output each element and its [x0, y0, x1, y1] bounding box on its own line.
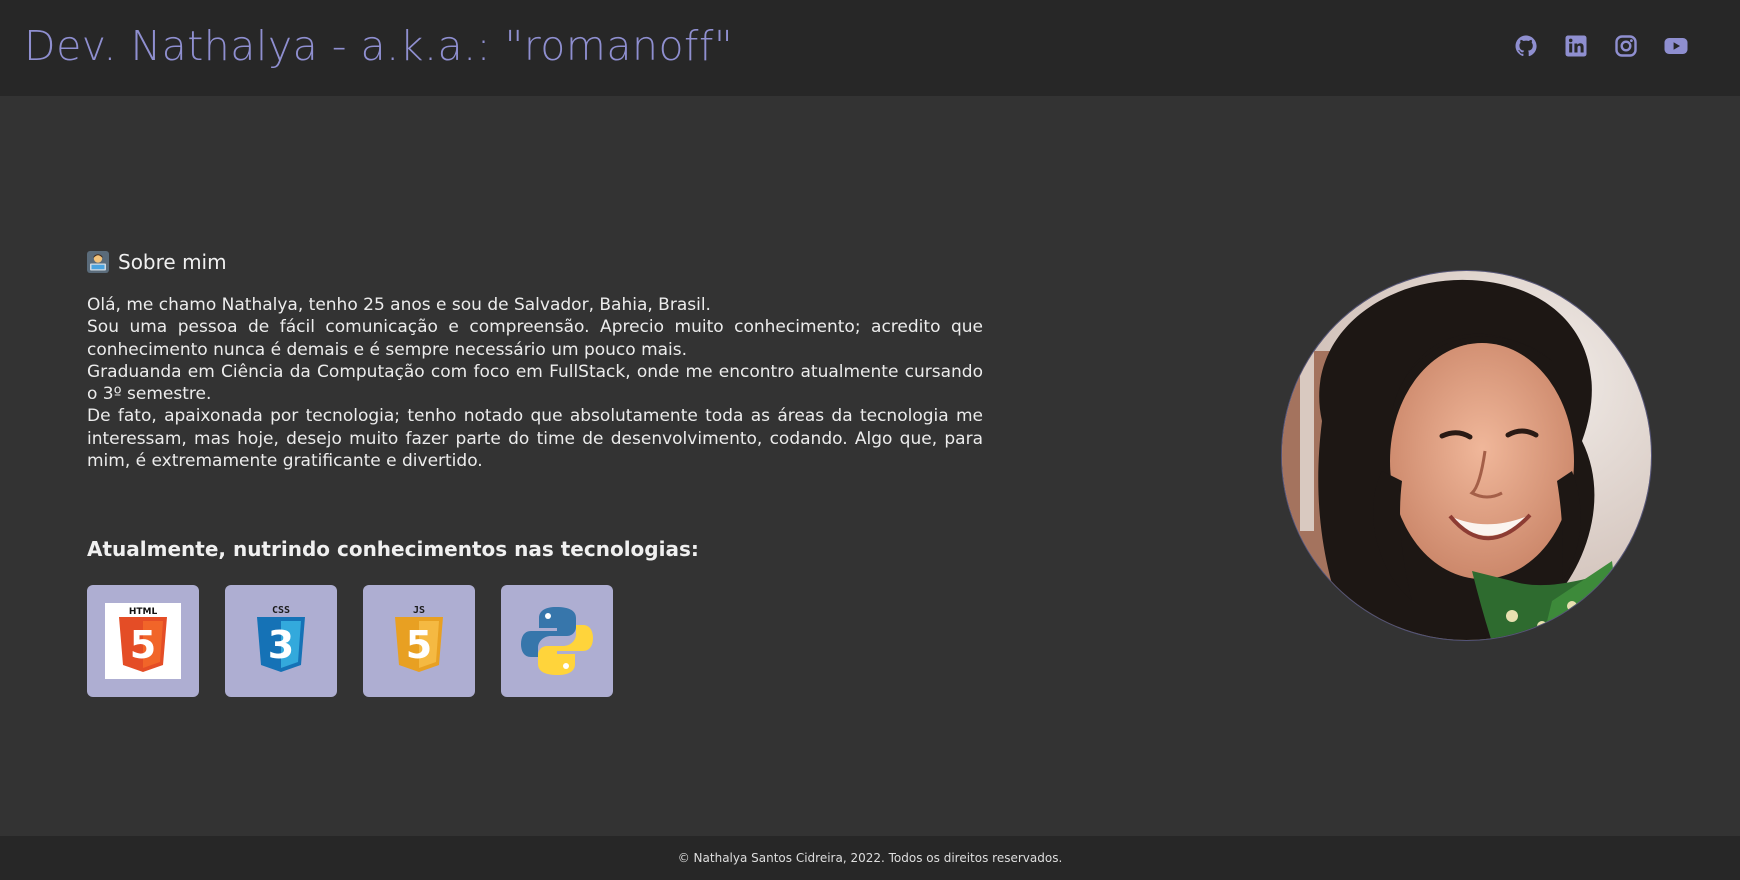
site-footer: © Nathalya Santos Cidreira, 2022. Todos … — [0, 836, 1740, 880]
profile-photo — [1281, 270, 1652, 641]
linkedin-link[interactable] — [1564, 34, 1588, 58]
youtube-icon — [1664, 38, 1688, 54]
technologies-list: HTML 5 CSS 3 JS 5 — [87, 585, 613, 697]
linkedin-icon — [1565, 35, 1587, 57]
copyright-text: © Nathalya Santos Cidreira, 2022. Todos … — [677, 851, 1063, 865]
about-paragraph: De fato, apaixonada por tecnologia; tenh… — [87, 406, 983, 472]
site-header: Dev. Nathalya - a.k.a.: "romanoff" — [0, 0, 1740, 96]
python-icon — [521, 607, 593, 675]
tech-tile-python — [501, 585, 613, 697]
social-links — [1514, 34, 1688, 58]
css3-numeral: 3 — [268, 623, 294, 667]
javascript-icon: JS 5 — [395, 605, 443, 672]
technologies-heading: Atualmente, nutrindo conhecimentos nas t… — [87, 537, 699, 561]
about-heading-text: Sobre mim — [118, 250, 227, 274]
technologist-emoji-icon — [87, 251, 109, 273]
css3-icon: CSS 3 — [257, 605, 305, 672]
about-paragraph: Olá, me chamo Nathalya, tenho 25 anos e … — [87, 295, 711, 315]
html5-icon: HTML 5 — [105, 603, 181, 679]
instagram-link[interactable] — [1614, 34, 1638, 58]
site-title: Dev. Nathalya - a.k.a.: "romanoff" — [24, 22, 734, 70]
css3-label: CSS — [272, 605, 290, 616]
technologies-section: Atualmente, nutrindo conhecimentos nas t… — [87, 537, 699, 697]
javascript-label: JS — [413, 605, 425, 616]
github-icon — [1515, 35, 1537, 57]
html5-numeral: 5 — [130, 623, 156, 667]
about-section: Sobre mim Olá, me chamo Nathalya, tenho … — [87, 250, 983, 472]
about-heading: Sobre mim — [87, 250, 983, 274]
javascript-numeral: 5 — [406, 623, 432, 667]
tech-tile-html: HTML 5 — [87, 585, 199, 697]
about-text: Olá, me chamo Nathalya, tenho 25 anos e … — [87, 294, 983, 472]
about-paragraph: Graduanda em Ciência da Computação com f… — [87, 361, 983, 405]
youtube-link[interactable] — [1664, 34, 1688, 58]
github-link[interactable] — [1514, 34, 1538, 58]
instagram-icon — [1615, 35, 1637, 57]
tech-tile-js: JS 5 — [363, 585, 475, 697]
about-paragraph: Sou uma pessoa de fácil comunicação e co… — [87, 317, 983, 360]
tech-tile-css: CSS 3 — [225, 585, 337, 697]
html5-label: HTML — [129, 607, 158, 617]
